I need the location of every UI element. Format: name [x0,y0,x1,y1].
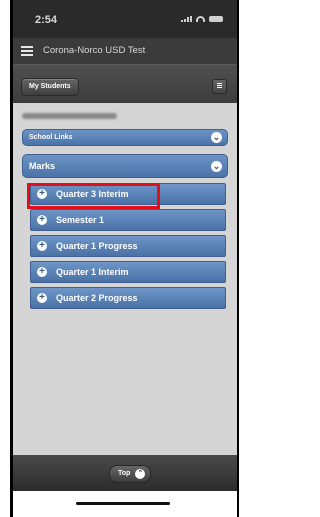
chevron-up-icon: ⌃ [135,469,146,479]
toolbar: My Students [13,64,237,103]
battery-icon [209,16,223,22]
footer-bar: Top ⌃ [13,455,237,491]
app-title: Corona-Norco USD Test [43,45,146,56]
options-menu-button[interactable] [212,79,227,94]
plus-icon: + [37,267,47,277]
plus-icon: + [37,241,47,251]
plus-icon: + [37,293,47,303]
marks-label: Marks [29,161,56,171]
list-item-label: Quarter 1 Progress [56,241,138,251]
school-links-label: School Links [29,134,73,141]
school-links-header[interactable]: School Links ⌄ [22,129,228,146]
plus-icon: + [37,189,47,199]
menu-icon [217,83,222,89]
marks-item-quarter-3-interim[interactable]: + Quarter 3 Interim [30,183,226,205]
list-item-label: Quarter 1 Interim [56,267,129,277]
status-icons [181,16,223,22]
marks-item-quarter-1-interim[interactable]: + Quarter 1 Interim [30,261,226,283]
status-time: 2:54 [35,14,58,26]
hamburger-menu-icon[interactable] [21,46,33,56]
marks-item-quarter-1-progress[interactable]: + Quarter 1 Progress [30,235,226,257]
list-item-label: Quarter 3 Interim [56,189,129,199]
marks-item-quarter-2-progress[interactable]: + Quarter 2 Progress [30,287,226,309]
status-bar: 2:54 [13,0,237,38]
marks-item-semester-1[interactable]: + Semester 1 [30,209,226,231]
phone-screen: 2:54 Corona-Norco USD Test My Students S… [13,0,237,517]
wifi-icon [196,16,205,22]
app-header: Corona-Norco USD Test [13,38,237,64]
marks-header[interactable]: Marks ⌄ [22,154,228,178]
marks-list: + Quarter 3 Interim + Semester 1 + Quart… [30,183,226,313]
signal-icon [181,16,192,22]
student-name-redacted [22,113,117,121]
top-button[interactable]: Top ⌃ [109,465,152,483]
chevron-down-icon: ⌄ [211,132,222,143]
home-indicator[interactable] [76,502,170,505]
my-students-button[interactable]: My Students [21,78,79,96]
home-bar-area [13,491,237,517]
list-item-label: Semester 1 [56,215,105,225]
chevron-down-icon: ⌄ [211,161,222,172]
list-item-label: Quarter 2 Progress [56,293,138,303]
top-button-label: Top [118,470,131,477]
plus-icon: + [37,215,47,225]
